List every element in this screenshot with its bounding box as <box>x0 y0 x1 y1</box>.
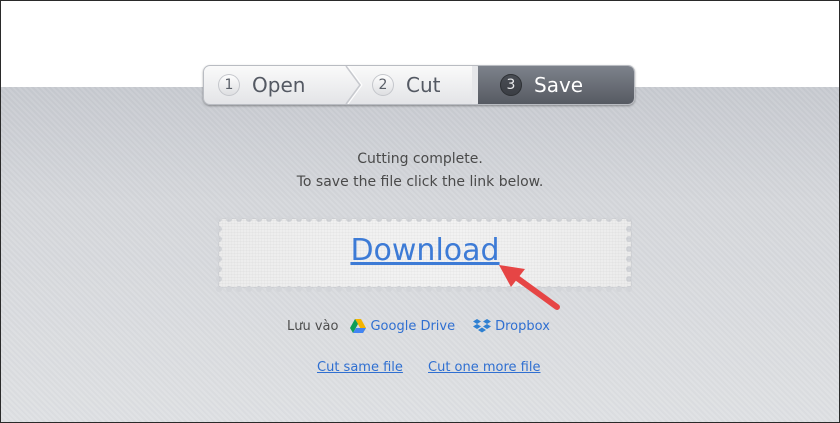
save-to-row: Lưu vào Google Drive Dropbox <box>287 317 568 335</box>
step-cut[interactable]: 2 Cut <box>346 66 478 104</box>
cut-one-more-file-link[interactable]: Cut one more file <box>428 360 540 375</box>
instruction-message: To save the file click the link below. <box>296 174 544 190</box>
google-drive-icon <box>350 319 367 333</box>
cut-same-file-link[interactable]: Cut same file <box>317 360 403 375</box>
status-message: Cutting complete. <box>357 151 483 167</box>
step-number: 2 <box>372 74 394 96</box>
save-to-label: Lưu vào <box>287 318 339 334</box>
pointer-arrow-icon <box>499 265 560 310</box>
step-label: Open <box>252 73 306 97</box>
steps-bar: 1 Open 2 Cut 3 Save <box>203 65 635 105</box>
app-frame: 1 Open 2 Cut 3 Save Cutting complete. To… <box>0 0 840 423</box>
step-number: 1 <box>218 74 240 96</box>
dropbox-label: Dropbox <box>495 318 550 334</box>
dropbox-icon <box>473 319 492 333</box>
step-open[interactable]: 1 Open <box>204 66 346 104</box>
google-drive-link[interactable]: Google Drive <box>350 319 455 334</box>
step-number: 3 <box>500 74 522 96</box>
step-label: Save <box>534 73 584 97</box>
step-save[interactable]: 3 Save <box>478 66 634 104</box>
google-drive-label: Google Drive <box>370 318 456 334</box>
dropbox-link[interactable]: Dropbox <box>473 318 550 334</box>
step-label: Cut <box>406 73 441 97</box>
